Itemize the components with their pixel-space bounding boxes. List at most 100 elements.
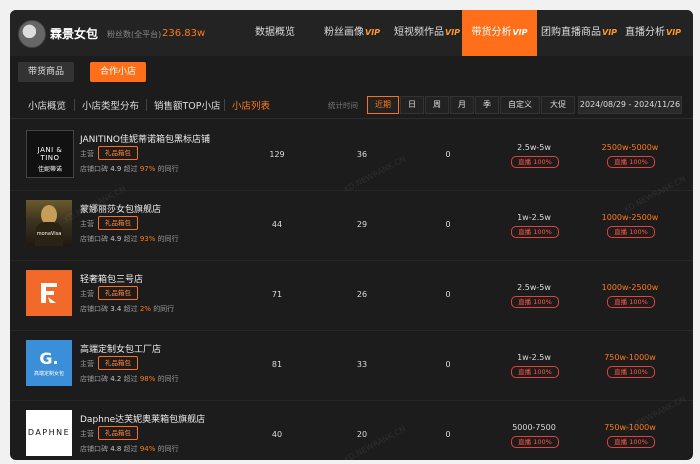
main-category-label: 主营 — [80, 220, 94, 228]
nav-group-live-goods[interactable]: 团购直播商品VIP — [541, 10, 617, 56]
period-day[interactable]: 日 — [400, 96, 424, 114]
secondary-nav: 小店概览 小店类型分布 销售额TOP小店 小店列表 统计时间 近期 日 周 月 … — [10, 94, 693, 119]
live-share-badge: 直播 100% — [511, 226, 559, 238]
category-tag: 礼品箱包 — [98, 146, 138, 160]
rating-value: 4.8 — [110, 445, 122, 453]
nav-short-video[interactable]: 短视频作品VIP — [394, 10, 460, 56]
fans-label: 粉丝数(全平台) — [107, 30, 162, 39]
live-share-badge: 直播 100% — [607, 436, 655, 448]
metric-1: 81 — [271, 360, 283, 369]
vip-badge: VIP — [365, 28, 381, 37]
peer-label: 的同行 — [157, 375, 179, 383]
metric-3: 0 — [445, 150, 451, 159]
metric-3: 0 — [445, 430, 451, 439]
rating-label: 店铺口碑 — [80, 165, 108, 173]
category-tag: 礼品箱包 — [98, 356, 138, 370]
rating-label: 店铺口碑 — [80, 305, 108, 313]
peer-label: 的同行 — [157, 445, 179, 453]
brand-name: 霖景女包 — [50, 27, 99, 41]
rating-value: 4.2 — [110, 375, 122, 383]
period-recent[interactable]: 近期 — [367, 96, 399, 114]
shop-logo[interactable]: JANI & TINO 佳妮蒂诺 — [26, 130, 74, 178]
category-tag: 礼品箱包 — [98, 216, 138, 230]
nav-label: 直播分析 — [625, 27, 665, 38]
live-share-badge: 直播 100% — [607, 226, 655, 238]
live-share-badge: 直播 100% — [511, 156, 559, 168]
shop-name[interactable]: 高端定制女包工厂店 — [80, 342, 161, 355]
nav-overview[interactable]: 数据概览 — [255, 10, 295, 56]
sec-shop-list[interactable]: 小店列表 — [232, 98, 270, 112]
live-share-badge: 直播 100% — [607, 296, 655, 308]
live-share-badge: 直播 100% — [511, 366, 559, 378]
beat-value: 94% — [139, 445, 156, 453]
metric-3: 0 — [445, 220, 451, 229]
period-quarter[interactable]: 季 — [475, 96, 499, 114]
avatar[interactable] — [18, 20, 46, 48]
divider — [146, 99, 147, 111]
shop-logo[interactable] — [26, 270, 72, 316]
nav-label: 数据概览 — [255, 27, 295, 38]
nav-live-analysis[interactable]: 直播分析VIP — [625, 10, 681, 56]
live-share-badge: 直播 100% — [607, 366, 655, 378]
shop-logo[interactable]: G. 高端定制女包 — [26, 340, 72, 386]
nav-label: 短视频作品 — [394, 27, 444, 38]
sales-amount-range: 1000w-2500w — [601, 283, 659, 292]
sec-shop-overview[interactable]: 小店概览 — [28, 98, 66, 112]
shop-row[interactable]: monaVisa 蒙娜丽莎女包旗舰店 主营 礼品箱包 店铺口碑 4.9 超过 9… — [10, 190, 693, 261]
stat-time-label: 统计时间 — [328, 101, 358, 110]
period-promo[interactable]: 大促 — [541, 96, 575, 114]
shop-logo[interactable]: DAPHNE — [26, 410, 72, 456]
shop-name[interactable]: JANITINO佳妮蒂诺箱包黑标店铺 — [80, 132, 210, 145]
metric-2: 36 — [356, 150, 368, 159]
vip-badge: VIP — [602, 28, 618, 37]
shop-row[interactable]: 轻奢箱包三号店 主营 礼品箱包 店铺口碑 3.4 超过 2% 的同行 71 26… — [10, 260, 693, 331]
shop-row[interactable]: G. 高端定制女包 高端定制女包工厂店 主营 礼品箱包 店铺口碑 4.2 超过 9… — [10, 330, 693, 401]
metric-2: 33 — [356, 360, 368, 369]
beat-label: 超过 — [123, 375, 138, 383]
top-bar: 霖景女包 粉丝数(全平台) 236.83w 数据概览 粉丝画像VIP 短视频作品… — [10, 10, 693, 56]
app-window: 霖景女包 粉丝数(全平台) 236.83w 数据概览 粉丝画像VIP 短视频作品… — [10, 10, 693, 460]
shop-rating: 店铺口碑 3.4 超过 2% 的同行 — [80, 304, 174, 314]
divider — [224, 99, 225, 111]
tab-shops[interactable]: 合作小店 — [90, 62, 147, 82]
sales-amount-range: 750w-1000w — [604, 353, 656, 362]
nav-label: 粉丝画像 — [324, 27, 364, 38]
metric-2: 29 — [356, 220, 368, 229]
category-tag: 礼品箱包 — [98, 426, 138, 440]
metric-2: 26 — [356, 290, 368, 299]
sales-volume-range: 1w-2.5w — [517, 213, 551, 222]
category-tag: 礼品箱包 — [98, 286, 138, 300]
nav-sales-analysis[interactable]: 带货分析VIP — [462, 10, 537, 56]
sec-top-shops[interactable]: 销售额TOP小店 — [154, 98, 221, 112]
period-month[interactable]: 月 — [450, 96, 474, 114]
live-share-badge: 直播 100% — [511, 296, 559, 308]
sec-shop-type[interactable]: 小店类型分布 — [82, 98, 139, 112]
vip-badge: VIP — [512, 28, 528, 37]
period-week[interactable]: 周 — [425, 96, 449, 114]
nav-fans-profile[interactable]: 粉丝画像VIP — [324, 10, 380, 56]
beat-value: 93% — [139, 235, 156, 243]
metric-3: 0 — [445, 360, 451, 369]
beat-label: 超过 — [123, 445, 138, 453]
rating-value: 3.4 — [110, 305, 122, 313]
metric-1: 129 — [269, 150, 285, 159]
shop-name[interactable]: Daphne达芙妮奥莱箱包旗舰店 — [80, 412, 205, 425]
metric-1: 71 — [271, 290, 283, 299]
sales-volume-range: 1w-2.5w — [517, 353, 551, 362]
sales-volume-range: 5000-7500 — [512, 423, 556, 432]
shop-rating: 店铺口碑 4.2 超过 98% 的同行 — [80, 374, 179, 384]
tab-goods[interactable]: 带货商品 — [18, 62, 75, 82]
shop-rating: 店铺口碑 4.9 超过 93% 的同行 — [80, 234, 179, 244]
peer-label: 的同行 — [153, 305, 175, 313]
vip-badge: VIP — [666, 28, 682, 37]
beat-value: 98% — [139, 375, 156, 383]
nav-label: 带货分析 — [471, 27, 512, 38]
shop-name[interactable]: 轻奢箱包三号店 — [80, 272, 143, 285]
beat-value: 97% — [139, 165, 156, 173]
sales-amount-range: 2500w-5000w — [601, 143, 659, 152]
live-share-badge: 直播 100% — [511, 436, 559, 448]
live-share-badge: 直播 100% — [607, 156, 655, 168]
period-custom[interactable]: 自定义 — [500, 96, 540, 114]
vip-badge: VIP — [445, 28, 461, 37]
date-range-picker[interactable]: 2024/08/29 - 2024/11/26 — [578, 96, 682, 114]
